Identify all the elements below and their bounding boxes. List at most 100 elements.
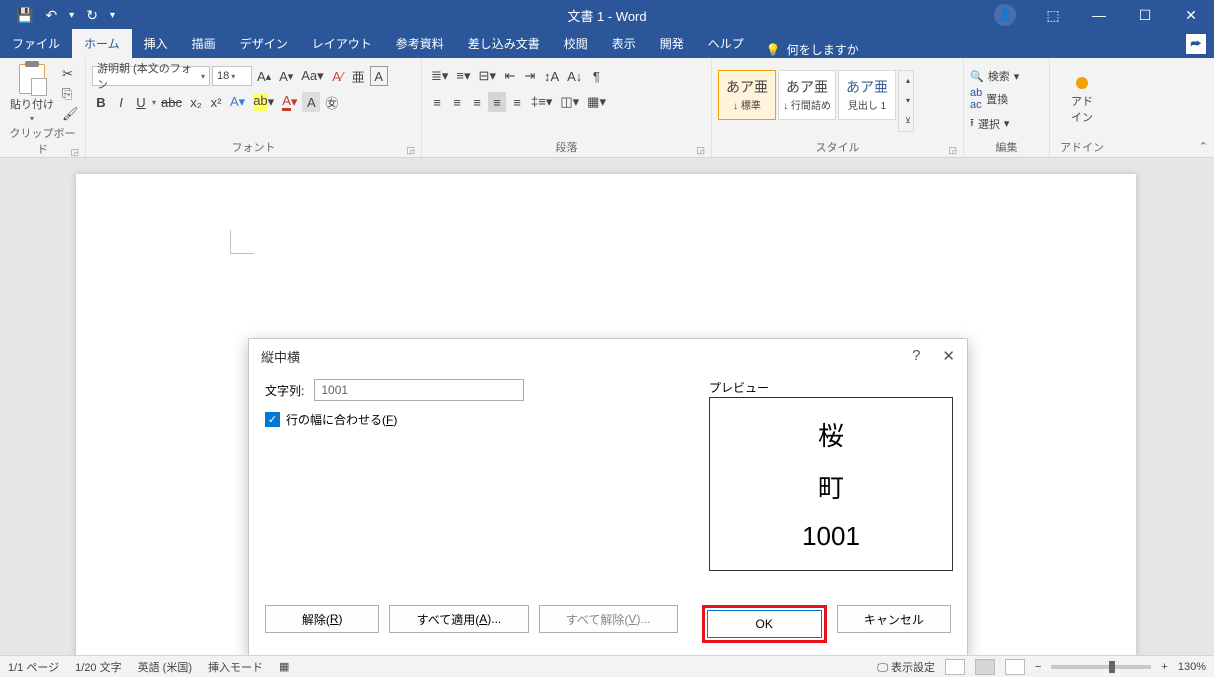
align-left-icon[interactable]: ≡ — [428, 92, 446, 112]
char-border-icon[interactable]: A — [370, 66, 388, 86]
styles-more-icon[interactable]: ⊻ — [899, 111, 917, 131]
bullets-icon[interactable]: ≣▾ — [428, 66, 451, 86]
zoom-in-button[interactable]: + — [1161, 661, 1167, 673]
ribbon-display-icon[interactable]: ⬚ — [1030, 0, 1076, 30]
align-right-icon[interactable]: ≡ — [468, 92, 486, 112]
char-shading-icon[interactable]: A — [302, 92, 320, 112]
tab-layout[interactable]: レイアウト — [300, 29, 384, 58]
font-size-combo[interactable]: 18▾ — [212, 66, 252, 86]
italic-button[interactable]: I — [112, 92, 130, 112]
zoom-slider[interactable] — [1051, 665, 1151, 669]
maximize-button[interactable]: ☐ — [1122, 0, 1168, 30]
format-painter-icon[interactable]: 🖌 — [62, 106, 79, 122]
shading-icon[interactable]: ◫▾ — [557, 92, 582, 112]
paragraph-launcher-icon[interactable]: ◲ — [696, 145, 705, 156]
select-button[interactable]: ⭱選択 ▾ — [970, 114, 1019, 133]
dialog-help-icon[interactable]: ? — [912, 347, 920, 365]
find-button[interactable]: 🔍検索 ▾ — [970, 68, 1019, 84]
paste-button[interactable]: 貼り付け ▾ — [6, 62, 58, 125]
font-color-icon[interactable]: A▾ — [279, 92, 300, 112]
text-direction-icon[interactable]: ↕A — [541, 66, 562, 86]
dialog-titlebar[interactable]: 縦中横 ? ✕ — [249, 339, 967, 373]
tab-review[interactable]: 校閲 — [552, 29, 600, 58]
bold-button[interactable]: B — [92, 92, 110, 112]
multilevel-icon[interactable]: ⊟▾ — [476, 66, 499, 86]
status-page[interactable]: 1/1 ページ — [8, 659, 59, 675]
remove-button[interactable]: 解除(R) — [265, 605, 379, 633]
qat-undo-icon[interactable]: ↶ — [45, 7, 57, 24]
qat-redo-icon[interactable]: ↻ — [86, 7, 98, 24]
qat-save-icon[interactable]: 💾 — [16, 7, 33, 24]
styles-up-icon[interactable]: ▴ — [899, 71, 917, 91]
tab-view[interactable]: 表示 — [600, 29, 648, 58]
tab-home[interactable]: ホーム — [72, 29, 132, 58]
styles-launcher-icon[interactable]: ◲ — [948, 145, 957, 156]
font-launcher-icon[interactable]: ◲ — [406, 145, 415, 156]
zoom-out-button[interactable]: − — [1035, 661, 1041, 673]
superscript-button[interactable]: x² — [207, 92, 225, 112]
view-print-icon[interactable] — [975, 659, 995, 675]
replace-button[interactable]: abac置換 — [970, 87, 1019, 111]
distributed-icon[interactable]: ≡ — [508, 92, 526, 112]
phonetic-guide-icon[interactable]: 亜 — [349, 66, 368, 86]
qat-customize-icon[interactable]: ▾ — [110, 10, 115, 21]
tab-insert[interactable]: 挿入 — [132, 29, 180, 58]
cancel-button[interactable]: キャンセル — [837, 605, 951, 633]
align-justify-icon[interactable]: ≡ — [488, 92, 506, 112]
tab-developer[interactable]: 開発 — [648, 29, 696, 58]
strike-button[interactable]: abc — [158, 92, 185, 112]
share-button[interactable]: ⮫ — [1186, 34, 1206, 54]
minimize-button[interactable]: — — [1076, 0, 1122, 30]
tab-design[interactable]: デザイン — [228, 29, 300, 58]
sort-icon[interactable]: A↓ — [564, 66, 585, 86]
line-spacing-icon[interactable]: ‡≡▾ — [528, 92, 555, 112]
display-settings[interactable]: 🖵 表示設定 — [877, 659, 935, 675]
account-icon[interactable]: 👤 — [994, 4, 1016, 26]
borders-icon[interactable]: ▦▾ — [584, 92, 609, 112]
status-language[interactable]: 英語 (米国) — [138, 659, 192, 675]
style-nospace[interactable]: あア亜↓ 行間詰め — [778, 70, 836, 120]
clipboard-launcher-icon[interactable]: ◲ — [70, 147, 79, 158]
ok-button[interactable]: OK — [707, 610, 822, 638]
underline-button[interactable]: U — [132, 92, 150, 112]
copy-icon[interactable]: ⎘ — [62, 86, 79, 102]
view-web-icon[interactable] — [1005, 659, 1025, 675]
tell-me-box[interactable]: 💡何をしますか — [756, 41, 869, 58]
show-marks-icon[interactable]: ¶ — [587, 66, 605, 86]
clear-format-icon[interactable]: A⁄ — [329, 66, 347, 86]
zoom-thumb[interactable] — [1109, 661, 1115, 673]
tab-draw[interactable]: 描画 — [180, 29, 228, 58]
status-macro-icon[interactable]: ▦ — [279, 660, 289, 673]
addins-button[interactable]: アド イン — [1059, 77, 1105, 125]
tab-references[interactable]: 参考資料 — [384, 29, 456, 58]
enclose-char-icon[interactable]: ㊛ — [322, 92, 341, 112]
tab-help[interactable]: ヘルプ — [696, 29, 756, 58]
shrink-font-icon[interactable]: A▾ — [276, 66, 296, 86]
style-normal[interactable]: あア亜↓ 標準 — [718, 70, 776, 120]
zoom-level[interactable]: 130% — [1178, 661, 1206, 673]
view-read-icon[interactable] — [945, 659, 965, 675]
decrease-indent-icon[interactable]: ⇤ — [501, 66, 519, 86]
change-case-icon[interactable]: Aa▾ — [298, 66, 326, 86]
tab-mailings[interactable]: 差し込み文書 — [456, 29, 552, 58]
close-button[interactable]: ✕ — [1168, 0, 1214, 30]
font-name-combo[interactable]: 游明朝 (本文のフォン▾ — [92, 66, 210, 86]
align-center-icon[interactable]: ≡ — [448, 92, 466, 112]
dialog-close-icon[interactable]: ✕ — [942, 347, 955, 365]
status-insert-mode[interactable]: 挿入モード — [208, 659, 263, 675]
numbering-icon[interactable]: ≡▾ — [453, 66, 473, 86]
remove-all-button[interactable]: すべて解除(V)... — [539, 605, 678, 633]
collapse-ribbon-icon[interactable]: ⌃ — [1199, 140, 1208, 153]
text-effects-icon[interactable]: A▾ — [227, 92, 248, 112]
status-words[interactable]: 1/20 文字 — [75, 659, 121, 675]
qat-undo-more-icon[interactable]: ▾ — [69, 10, 74, 21]
tab-file[interactable]: ファイル — [0, 29, 72, 58]
fit-to-line-checkbox[interactable]: ✓ 行の幅に合わせる(F) — [265, 411, 397, 428]
cut-icon[interactable]: ✂ — [62, 66, 79, 82]
subscript-button[interactable]: x₂ — [187, 92, 205, 112]
apply-all-button[interactable]: すべて適用(A)... — [389, 605, 528, 633]
styles-down-icon[interactable]: ▾ — [899, 91, 917, 111]
grow-font-icon[interactable]: A▴ — [254, 66, 274, 86]
increase-indent-icon[interactable]: ⇥ — [521, 66, 539, 86]
highlight-icon[interactable]: ab▾ — [250, 92, 277, 112]
